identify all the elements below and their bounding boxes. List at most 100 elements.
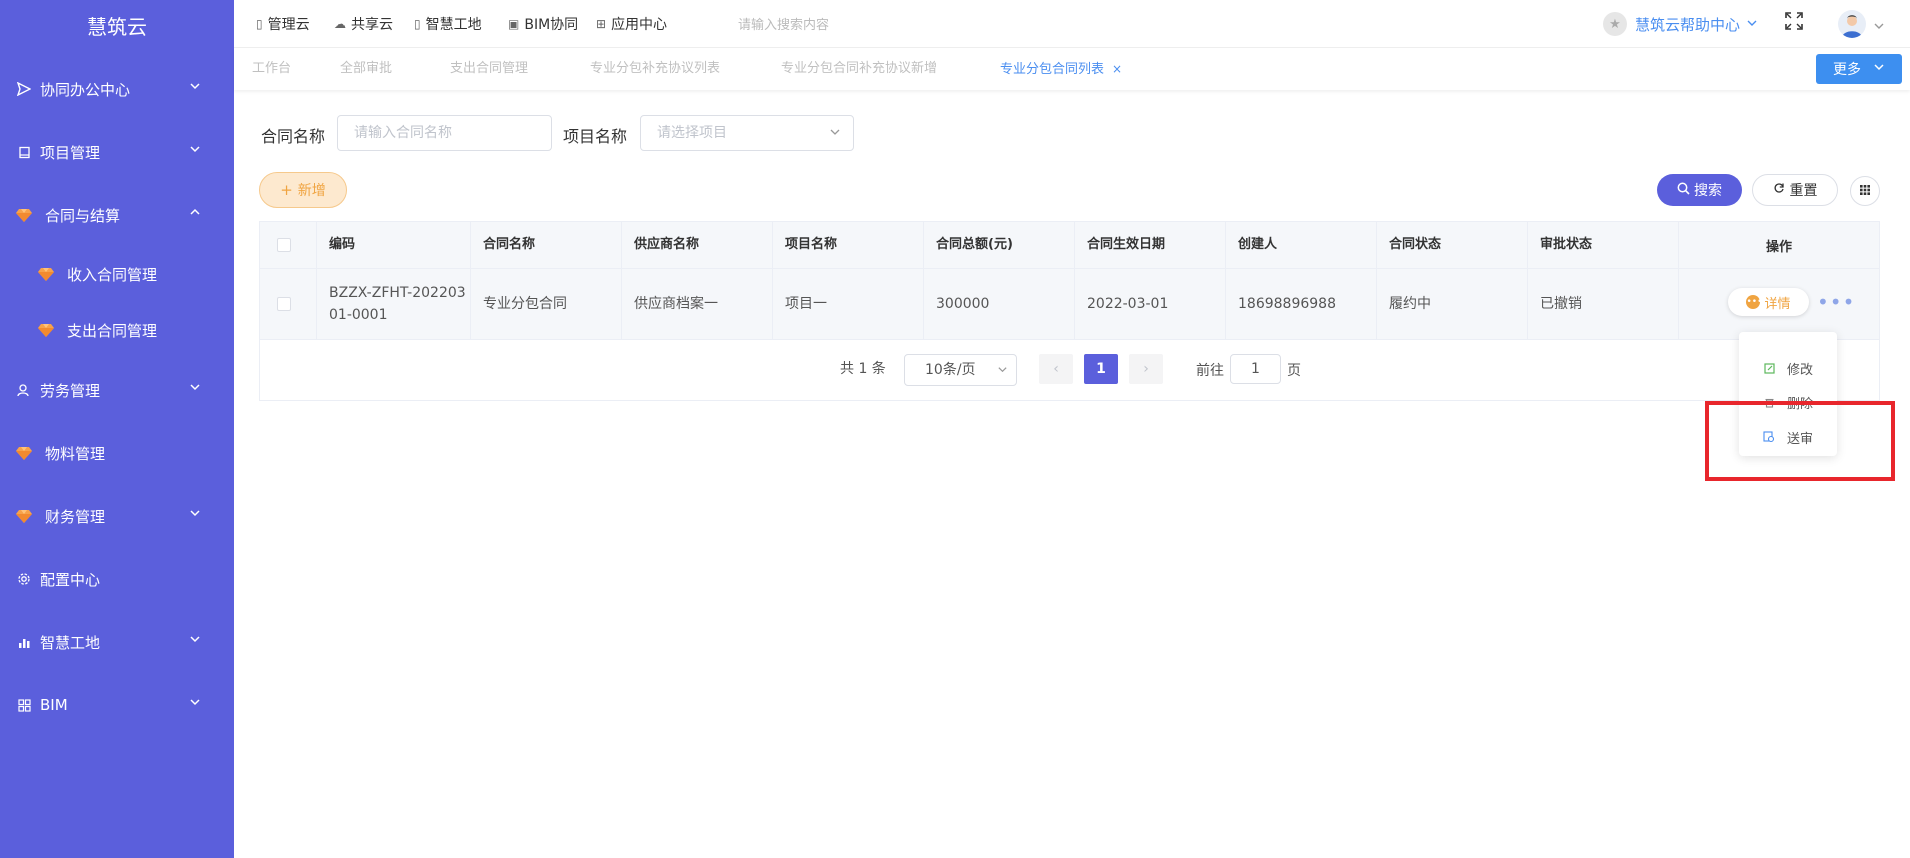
edit-menu-item[interactable]: 修改 [1763,358,1813,378]
detail-label: 详情 [1764,296,1791,312]
sidebar-item-collab-office[interactable]: 协同办公中心 [0,64,234,114]
column-settings-button[interactable] [1850,176,1880,206]
column-header: 合同生效日期 [1075,222,1226,268]
sidebar-item-bim[interactable]: BIM [0,680,234,730]
help-center-label: 慧筑云帮助中心 [1634,15,1740,34]
column-header: 供应商名称 [622,222,773,268]
highlight-box [1705,401,1895,481]
tab-subcontract-list[interactable]: 专业分包合同列表 × [1000,48,1122,90]
chevron-down-icon [188,142,202,160]
refresh-icon [1773,182,1785,198]
sidebar-item-smart-site[interactable]: 智慧工地 [0,617,234,667]
reset-button[interactable]: 重置 [1752,174,1838,206]
add-label: 新增 [297,183,326,199]
chevron-down-icon [1873,61,1885,77]
sidebar-item-label: 合同与结算 [45,206,121,225]
edit-icon [1763,362,1775,374]
gem-icon [16,207,32,223]
sidebar-item-label: 收入合同管理 [67,265,158,284]
topnav-management-cloud[interactable]: ▯ 管理云 [256,0,310,48]
book-icon: ▯ [256,17,263,31]
sidebar-item-labor-mgmt[interactable]: 劳务管理 [0,365,234,415]
topnav-app-center[interactable]: ⊞ 应用中心 [596,0,667,48]
sidebar: 慧筑云 协同办公中心 项目管理 合同与结算 收入合同管理 支出合同管理 劳务管理… [0,0,234,858]
column-header-label: 审批状态 [1540,237,1593,252]
tab-expense-contract[interactable]: 支出合同管理 [450,48,528,90]
avatar[interactable] [1838,10,1866,38]
prev-page-button[interactable]: ‹ [1039,354,1073,384]
table-cell: BZZX-ZFHT-202203 01-0001 [317,269,471,339]
column-header: 项目名称 [773,222,924,268]
chevron-down-icon [829,117,841,151]
column-header-label: 操作 [1765,239,1792,255]
tab-subcontract-supplement-list[interactable]: 专业分包补充协议列表 [590,48,720,90]
cloud-icon: ☁ [334,17,346,31]
chevron-down-icon [188,506,202,524]
chevron-down-icon[interactable] [1873,17,1885,36]
topnav-bim-collab[interactable]: ▣ BIM协同 [508,0,578,48]
table-cell: 项目一 [773,269,924,339]
column-header: 审批状态 [1528,222,1679,268]
sidebar-item-expense-contract[interactable]: 支出合同管理 [0,305,234,355]
more-circle-icon: ••• [1746,295,1763,309]
select-all-checkbox[interactable] [277,238,291,252]
gem-icon [38,266,54,282]
project-select[interactable]: 请选择项目 [640,115,854,151]
page-size-value: 10条/页 [925,362,976,378]
column-header-label: 合同生效日期 [1087,237,1166,252]
page-number-button[interactable]: 1 [1084,354,1118,384]
tab-label: 专业分包合同列表 [1000,62,1105,77]
topnav-label: 应用中心 [611,17,668,33]
sidebar-item-material-mgmt[interactable]: 物料管理 [0,428,234,478]
goto-suffix: 页 [1287,363,1301,379]
cell-creator: 18698896988 [1238,296,1336,312]
search-button[interactable]: 搜索 [1657,174,1742,206]
goto-page-input[interactable]: 1 [1230,354,1281,384]
cell-project: 项目一 [785,296,827,312]
sidebar-item-config-center[interactable]: 配置中心 [0,554,234,604]
reset-label: 重置 [1789,183,1818,199]
select-all-cell [260,222,317,268]
more-tabs-button[interactable]: 更多 [1816,54,1902,84]
tab-all-approvals[interactable]: 全部审批 [340,48,392,90]
send-icon [16,81,32,97]
next-page-button[interactable]: › [1129,354,1163,384]
sidebar-item-contract-settlement[interactable]: 合同与结算 [0,190,234,240]
cell-code: BZZX-ZFHT-202203 01-0001 [317,282,466,326]
page-size-select[interactable]: 10条/页 [904,354,1017,386]
chevron-down-icon [997,356,1008,386]
column-header-label: 创建人 [1238,237,1278,252]
contract-name-input[interactable]: 请输入合同名称 [337,115,552,151]
star-icon: ★ [1602,12,1627,36]
close-icon[interactable]: × [1112,62,1122,76]
table-row[interactable]: BZZX-ZFHT-202203 01-0001 专业分包合同 供应商档案一 项目… [260,269,1879,340]
detail-button[interactable]: ••• 详情 [1728,288,1809,316]
sidebar-item-project-mgmt[interactable]: 项目管理 [0,127,234,177]
chevron-down-icon [188,632,202,650]
row-select-cell [260,269,317,339]
sidebar-item-finance-mgmt[interactable]: 财务管理 [0,491,234,541]
help-center-link[interactable]: ★ 慧筑云帮助中心 [1602,12,1758,36]
add-button[interactable]: + 新增 [259,172,347,208]
grid-icon: ⊞ [596,17,607,31]
more-tabs-label: 更多 [1833,62,1861,78]
chevron-down-icon [188,380,202,398]
row-checkbox[interactable] [277,297,291,311]
gear-icon [16,571,32,587]
global-search-input[interactable]: 请输入搜索内容 [738,14,829,33]
grid-icon [16,697,32,713]
topnav-shared-cloud[interactable]: ☁ 共享云 [334,0,393,48]
column-header-label: 编码 [329,237,356,252]
fullscreen-icon[interactable] [1785,12,1803,35]
table-cell: 履约中 [1377,269,1528,339]
project-select-placeholder: 请选择项目 [657,125,727,141]
sidebar-item-income-contract[interactable]: 收入合同管理 [0,249,234,299]
tab-workbench[interactable]: 工作台 [252,48,291,90]
cell-effective-date: 2022-03-01 [1087,296,1169,312]
more-actions-icon[interactable]: ••• [1817,290,1855,314]
chevron-down-icon [188,79,202,97]
plus-icon: + [280,181,293,199]
tab-subcontract-supplement-new[interactable]: 专业分包合同补充协议新增 [781,48,937,90]
topnav-smart-site[interactable]: ▯ 智慧工地 [414,0,482,48]
table-cell: 已撤销 [1528,269,1679,339]
